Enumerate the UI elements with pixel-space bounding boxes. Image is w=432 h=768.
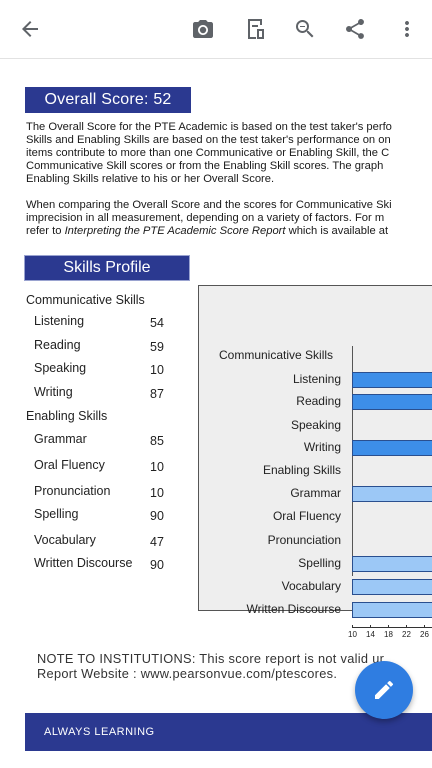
skill-score: 59 [150, 340, 164, 354]
chart-category-label: Vocabulary [281, 579, 341, 593]
chart-category-label: Listening [292, 372, 341, 386]
overall-score-banner: Overall Score: 52 [25, 87, 191, 113]
skill-name: Reading [34, 338, 81, 352]
chart-category-label: Spelling [298, 556, 341, 570]
chart-category-label: Speaking [290, 418, 341, 432]
document-icon[interactable] [240, 14, 270, 44]
skill-score: 10 [150, 363, 164, 377]
intro-line: Enabling Skills relative to his or her O… [26, 173, 275, 185]
skill-score: 87 [150, 387, 164, 401]
chart-bar [352, 440, 432, 456]
chart-bar [352, 556, 432, 572]
intro-line: Skills and Enabling Skills are based on … [26, 134, 391, 146]
app-toolbar [0, 0, 432, 59]
chart-tick-mark [406, 625, 407, 628]
skill-name: Written Discourse [34, 556, 133, 570]
institution-note: NOTE TO INSTITUTIONS: This score report … [37, 651, 384, 681]
skill-score: 54 [150, 316, 164, 330]
skill-score: 10 [150, 460, 164, 474]
chart-bar [352, 486, 432, 502]
chart-tick-mark [388, 625, 389, 628]
share-icon[interactable] [340, 14, 370, 44]
skill-score: 10 [150, 486, 164, 500]
edit-button[interactable] [355, 661, 413, 719]
skill-name: Vocabulary [34, 533, 96, 547]
skill-name: Oral Fluency [34, 458, 105, 472]
comparison-paragraph: When comparing the Overall Score and the… [26, 199, 432, 238]
report-title-italic: Interpreting the PTE Academic Score Repo… [64, 225, 286, 237]
footer-text: ALWAYS LEARNING [44, 726, 155, 738]
skills-bar-chart: Communicative Skills Listening Reading Spea… [198, 285, 432, 639]
chart-bar [352, 579, 432, 595]
chart-category-label: Writing [303, 440, 341, 454]
overall-score-value: 52 [153, 91, 172, 108]
chart-tick-label: 18 [384, 630, 393, 639]
edit-pencil-icon [375, 680, 394, 699]
skills-profile-title: Skills Profile [63, 259, 151, 276]
note-line-2: Report Website : www.pearsonvue.com/ptes… [37, 666, 338, 681]
chart-bar [352, 602, 432, 618]
camera-icon[interactable] [188, 14, 218, 44]
chart-category-label: Enabling Skills [262, 463, 341, 477]
intro-line: Communicative Skill scores or from the E… [26, 160, 384, 172]
chart-tick-mark [424, 625, 425, 628]
chart-bar [352, 372, 432, 388]
document-page[interactable]: Overall Score: 52 The Overall Score for … [0, 59, 432, 768]
comparison-line-last: refer to Interpreting the PTE Academic S… [26, 225, 432, 238]
chart-category-label: Reading [296, 394, 341, 408]
chart-x-axis [352, 627, 432, 628]
intro-line: items contribute to more than one Commun… [26, 147, 390, 159]
back-arrow-icon[interactable] [15, 14, 45, 44]
intro-line: The Overall Score for the PTE Academic i… [26, 121, 392, 133]
footer-banner: ALWAYS LEARNING [25, 713, 432, 751]
comparison-prefix: refer to [26, 225, 65, 237]
more-vert-icon[interactable] [392, 14, 422, 44]
skill-score: 47 [150, 535, 164, 549]
skill-score: 90 [150, 509, 164, 523]
chart-tick-mark [352, 625, 353, 628]
intro-paragraph: The Overall Score for the PTE Academic i… [26, 121, 432, 186]
comparison-suffix: which is available at [285, 225, 389, 237]
skill-score: 90 [150, 558, 164, 572]
chart-category-label: Written Discourse [246, 602, 341, 616]
chart-category-label: Communicative Skills [219, 348, 334, 362]
skill-name: Pronunciation [34, 484, 111, 498]
skill-name: Grammar [34, 432, 87, 446]
overall-score-label: Overall Score: [44, 91, 149, 108]
chart-bar [352, 394, 432, 410]
note-line-1: NOTE TO INSTITUTIONS: This score report … [37, 651, 385, 666]
skill-name: Writing [34, 385, 73, 399]
chart-tick-label: 26 [420, 630, 429, 639]
skill-score: 85 [150, 434, 164, 448]
skill-name: Listening [34, 314, 85, 328]
skill-name: Speaking [34, 361, 87, 375]
chart-tick-label: 22 [402, 630, 411, 639]
chart-category-label: Oral Fluency [272, 509, 341, 523]
chart-tick-mark [370, 625, 371, 628]
zoom-out-icon[interactable] [290, 14, 320, 44]
chart-category-label: Grammar [290, 486, 341, 500]
comparison-line: When comparing the Overall Score and the… [26, 199, 392, 211]
chart-tick-label: 14 [366, 630, 375, 639]
chart-category-label: Pronunciation [267, 533, 341, 547]
skill-name: Spelling [34, 507, 79, 521]
enabling-skills-heading: Enabling Skills [26, 409, 108, 423]
chart-tick-label: 10 [348, 630, 357, 639]
comparison-line: imprecision in all measurement, dependin… [26, 212, 385, 224]
skills-profile-header: Skills Profile [25, 256, 189, 280]
communicative-skills-heading: Communicative Skills [26, 293, 145, 307]
